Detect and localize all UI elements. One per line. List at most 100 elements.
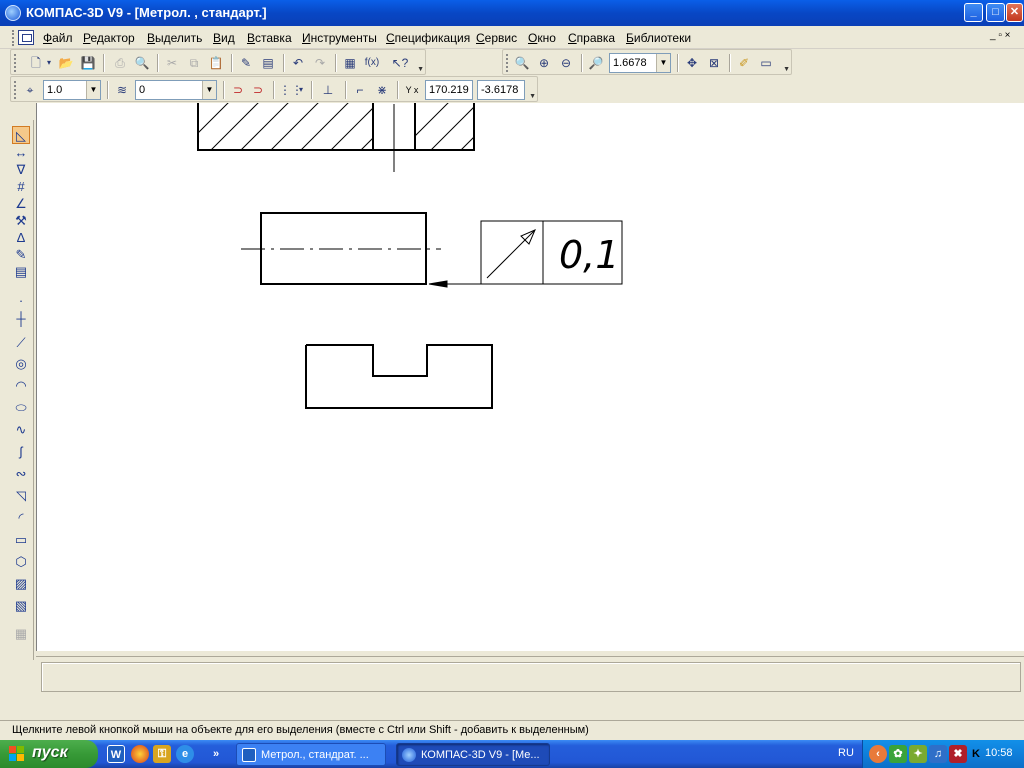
- menu-select[interactable]: Выделить: [147, 31, 202, 45]
- tray-kaspersky-icon[interactable]: K: [967, 745, 985, 763]
- menu-file[interactable]: Файл: [43, 31, 73, 45]
- toolbar-overflow-icon[interactable]: ▼: [417, 66, 424, 73]
- language-indicator[interactable]: RU: [838, 747, 854, 759]
- cursor-step-icon[interactable]: ⌖: [21, 81, 39, 99]
- coord-x-field[interactable]: 170.219: [425, 80, 473, 100]
- menubar-grip[interactable]: [12, 30, 15, 46]
- menu-tools[interactable]: Инструменты: [302, 31, 377, 45]
- spline-icon[interactable]: ∿: [12, 421, 30, 439]
- fill-icon[interactable]: ▧: [12, 597, 30, 615]
- fillet-icon[interactable]: ◜: [12, 509, 30, 527]
- mdi-controls[interactable]: _ ▫ ×: [990, 30, 1011, 41]
- hatch-icon[interactable]: ▨: [12, 575, 30, 593]
- parametrization-icon[interactable]: ∠: [12, 195, 30, 213]
- spec-icon[interactable]: ✎: [12, 246, 30, 264]
- segment-icon[interactable]: ⟋: [12, 334, 30, 352]
- arc-icon[interactable]: ◠: [12, 377, 30, 395]
- bezier-icon[interactable]: ∾: [12, 465, 30, 483]
- tray-antivirus-icon[interactable]: ✿: [889, 745, 907, 763]
- new-document-icon[interactable]: 🗋: [27, 54, 45, 72]
- property-panel[interactable]: [41, 662, 1021, 692]
- zoom-out-icon[interactable]: ⊖: [557, 54, 575, 72]
- report-icon[interactable]: ▤: [12, 263, 30, 281]
- chevron-down-icon[interactable]: ▼: [656, 54, 670, 72]
- measure-icon[interactable]: ⚒: [12, 212, 30, 230]
- pan-icon[interactable]: ✥: [683, 54, 701, 72]
- toolbar-overflow-icon[interactable]: ▼: [783, 66, 790, 73]
- layer-icon[interactable]: ≋: [113, 81, 131, 99]
- manager-icon[interactable]: ▦: [341, 54, 359, 72]
- cut-icon[interactable]: ✂: [163, 54, 181, 72]
- tray-security-icon[interactable]: ✖: [949, 745, 967, 763]
- menu-service[interactable]: Сервис: [476, 31, 517, 45]
- opera-quicklaunch-icon[interactable]: [131, 745, 149, 763]
- tray-volume-icon[interactable]: ♫: [929, 745, 947, 763]
- variables-fx-icon[interactable]: f(x): [363, 54, 381, 72]
- zoom-window-icon[interactable]: 🔍: [513, 54, 531, 72]
- grid-icon[interactable]: ⋮⋮: [279, 81, 303, 99]
- zoom-in-icon[interactable]: ⊕: [535, 54, 553, 72]
- menu-view[interactable]: Вид: [213, 31, 235, 45]
- ellipse-icon[interactable]: ⬭: [12, 399, 30, 417]
- ortho-icon[interactable]: ⌐: [351, 81, 369, 99]
- task-kompas[interactable]: КОМПАС-3D V9 - [Ме...: [396, 743, 550, 766]
- rectangle-icon[interactable]: ▭: [12, 531, 30, 549]
- drawing-canvas[interactable]: 0,1: [36, 103, 1024, 651]
- show-all-icon[interactable]: ⊠: [705, 54, 723, 72]
- title-bar[interactable]: КОМПАС-3D V9 - [Метрол. , стандарт.] _ □…: [0, 0, 1024, 26]
- zoom-select[interactable]: 1.6678 ▼: [609, 53, 671, 73]
- close-button[interactable]: ✕: [1006, 3, 1023, 22]
- menu-edit[interactable]: Редактор: [83, 31, 135, 45]
- polyline-icon[interactable]: ʃ: [12, 443, 30, 461]
- copy-icon[interactable]: ⧉: [185, 54, 203, 72]
- undo-icon[interactable]: ↶: [289, 54, 307, 72]
- ie-quicklaunch-icon[interactable]: e: [176, 745, 194, 763]
- new-dropdown-icon[interactable]: ▾: [45, 54, 53, 72]
- snap-magnet-icon[interactable]: ⊃: [229, 81, 247, 99]
- app-quicklaunch-icon[interactable]: ⚿: [153, 745, 171, 763]
- chevron-down-icon[interactable]: ▼: [202, 81, 216, 99]
- format-brush-icon[interactable]: ✎: [237, 54, 255, 72]
- zoom-scale-icon[interactable]: 🔎: [587, 54, 605, 72]
- geometry-icon[interactable]: ◺: [12, 126, 30, 144]
- point-icon[interactable]: ·: [12, 292, 30, 310]
- toolbar-grip[interactable]: [506, 54, 509, 72]
- print-icon[interactable]: ⎙: [111, 54, 129, 72]
- quicklaunch-overflow-icon[interactable]: »: [210, 745, 222, 763]
- print-preview-icon[interactable]: 🔍: [133, 54, 151, 72]
- dimensions-icon[interactable]: ↔: [12, 144, 30, 162]
- paste-icon[interactable]: 📋: [207, 54, 225, 72]
- toolbar-overflow-icon[interactable]: ▼: [529, 93, 536, 100]
- task-word-document[interactable]: Метрол., стандрат. ...: [236, 743, 386, 766]
- refresh-icon[interactable]: ✐: [735, 54, 753, 72]
- layers-icon[interactable]: ▭: [757, 54, 775, 72]
- grid-dropdown-icon[interactable]: ▾: [297, 81, 305, 99]
- disabled-tool-icon[interactable]: ▦: [12, 625, 30, 643]
- help-pointer-icon[interactable]: ↖?: [391, 54, 409, 72]
- save-icon[interactable]: 💾: [79, 54, 97, 72]
- maximize-button[interactable]: □: [986, 3, 1005, 22]
- menu-help[interactable]: Справка: [568, 31, 615, 45]
- local-cs-icon[interactable]: ⊥: [319, 81, 337, 99]
- redo-icon[interactable]: ↷: [311, 54, 329, 72]
- clock[interactable]: 10:58: [985, 747, 1013, 759]
- step-select[interactable]: 1.0 ▼: [43, 80, 101, 100]
- polygon-icon[interactable]: ⬡: [12, 553, 30, 571]
- local-snap-icon[interactable]: ⊃: [249, 81, 267, 99]
- tray-network-icon[interactable]: ✦: [909, 745, 927, 763]
- menu-insert[interactable]: Вставка: [247, 31, 292, 45]
- word-quicklaunch-icon[interactable]: W: [107, 745, 125, 763]
- auxiliary-line-icon[interactable]: ┼: [12, 310, 30, 328]
- menu-libraries[interactable]: Библиотеки: [626, 31, 691, 45]
- circle-icon[interactable]: ◎: [12, 355, 30, 373]
- properties-icon[interactable]: ▤: [259, 54, 277, 72]
- start-button[interactable]: пуск: [0, 740, 98, 768]
- minimize-button[interactable]: _: [964, 3, 983, 22]
- menu-window[interactable]: Окно: [528, 31, 556, 45]
- round-icon[interactable]: ⋇: [373, 81, 391, 99]
- toolbar-grip[interactable]: [14, 54, 17, 72]
- select-icon[interactable]: Δ: [12, 229, 30, 247]
- open-folder-icon[interactable]: 📂: [57, 54, 75, 72]
- layer-select[interactable]: 0 ▼: [135, 80, 217, 100]
- toolbar-grip[interactable]: [14, 81, 17, 99]
